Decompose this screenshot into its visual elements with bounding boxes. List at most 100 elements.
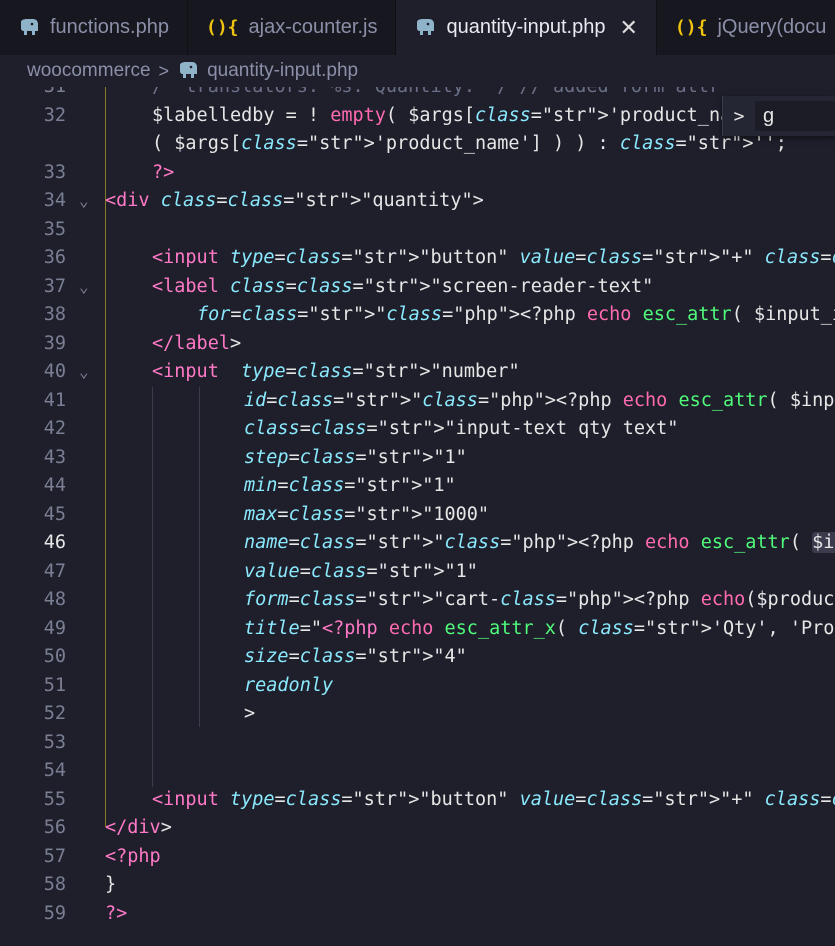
tab-label: ajax-counter.js <box>248 16 378 38</box>
code-line[interactable]: 53 <box>0 729 835 758</box>
tab-label: functions.php <box>50 16 169 38</box>
line-number: 48 <box>43 589 66 610</box>
code-line[interactable]: 37 ⌄ <label class=class="str">"screen-read… <box>0 273 835 302</box>
code-line[interactable]: 43 step=class="str">"1" <box>0 444 835 473</box>
code-text: <input type=class="str">"button" value=c… <box>152 788 835 810</box>
line-number: 37 <box>43 275 66 297</box>
code-line[interactable]: 32 $labelledby = ! empty( $args[class="st… <box>0 102 835 131</box>
fold-chevron-icon[interactable]: ⌄ <box>79 358 89 387</box>
line-number: 47 <box>43 560 66 582</box>
tab-ajax-counter-js[interactable]: (){ ajax-counter.js <box>188 0 397 55</box>
code-line[interactable]: 42 class=class="str">"input-text qty text… <box>0 415 835 444</box>
breadcrumb-file[interactable]: quantity-input.php <box>207 60 358 82</box>
tab-label: quantity-input.php <box>446 16 606 38</box>
code-line[interactable]: 40 ⌄ <input type=class="str">"number" <box>0 358 835 387</box>
line-number: 49 <box>43 617 66 639</box>
code-line[interactable]: 52 > <box>0 700 835 729</box>
code-line[interactable]: 50 size=class="str">"4" <box>0 643 835 672</box>
code-line[interactable]: 58} <box>0 871 835 900</box>
line-number: 32 <box>43 104 66 126</box>
code-text: ( $args[class="str">'product_name'] ) ) … <box>152 133 787 154</box>
code-line[interactable]: 59 ?> <box>0 900 835 929</box>
line-number: 57 <box>43 845 66 867</box>
code-text: max=class="str">"1000" <box>244 503 490 525</box>
code-line[interactable]: 35 <box>0 216 835 245</box>
code-line[interactable]: 51 readonly <box>0 672 835 701</box>
line-number: 50 <box>43 646 66 667</box>
code-line[interactable]: 46 name=class="str">"class="php"><?php ec… <box>0 529 835 558</box>
fold-chevron-icon[interactable]: ⌄ <box>79 187 89 216</box>
breadcrumb: woocommerce > quantity-input.php <box>0 55 835 87</box>
code-line[interactable]: 36 <input type=class="str">"button" value… <box>0 244 835 273</box>
tab-jquery-document[interactable]: (){ jQuery(docu <box>657 0 835 55</box>
code-line[interactable]: 57 <?php <box>0 843 835 872</box>
code-text: value=class="str">"1" <box>244 560 478 582</box>
line-number: 54 <box>43 760 66 781</box>
line-number: 39 <box>43 332 66 354</box>
line-number: 51 <box>43 674 66 696</box>
line-number: 40 <box>43 361 66 382</box>
code-editor[interactable]: 31 /* translators: %s: Quantity. */ // ad… <box>0 87 835 946</box>
tab-quantity-input-php[interactable]: quantity-input.php ✕ <box>396 0 657 55</box>
code-line[interactable]: ( $args[class="str">'product_name'] ) ) … <box>0 130 835 159</box>
line-number: 41 <box>43 389 66 411</box>
breadcrumb-folder[interactable]: woocommerce <box>27 60 151 82</box>
code-line[interactable]: 44 min=class="str">"1" <box>0 472 835 501</box>
code-line[interactable]: 34 ⌄ <div class=class="str">"quantity"> <box>0 187 835 216</box>
php-elephant-icon <box>417 18 435 35</box>
tab-bar: functions.php (){ ajax-counter.js quanti… <box>0 0 835 55</box>
code-line[interactable]: 45 max=class="str">"1000" <box>0 501 835 530</box>
code-text: </label> <box>152 332 242 354</box>
code-text: ?> <box>105 902 128 924</box>
code-line[interactable]: 56 </div> <box>0 814 835 843</box>
find-widget: > g <box>722 96 835 136</box>
line-number: 31 <box>0 87 66 102</box>
code-line[interactable]: 39 </label> <box>0 330 835 359</box>
fold-chevron-icon[interactable]: ⌄ <box>79 273 89 302</box>
code-text: </div> <box>105 817 172 838</box>
code-text: form=class="str">"cart-class="php"><?php… <box>244 589 835 610</box>
code-text: name=class="str">"class="php"><?php echo… <box>244 529 835 558</box>
code-text: <input type=class="str">"number" <box>152 361 520 382</box>
code-text: title="<?php echo esc_attr_x( class="str… <box>244 617 835 639</box>
code-text: id=class="str">"class="php"><?php echo e… <box>244 389 835 411</box>
indent-guide <box>152 387 153 787</box>
code-line[interactable]: 41 id=class="str">"class="php"><?php echo… <box>0 387 835 416</box>
line-number: 46 <box>43 532 66 553</box>
code-line[interactable]: 48 form=class="str">"cart-class="php"><?p… <box>0 586 835 615</box>
line-number: 53 <box>43 731 66 753</box>
line-number: 56 <box>43 817 66 838</box>
line-number: 34 <box>43 190 66 211</box>
code-line[interactable]: 49 title="<?php echo esc_attr_x( class="s… <box>0 615 835 644</box>
code-line[interactable]: 33 ?> <box>0 159 835 188</box>
find-input[interactable]: g <box>755 101 835 131</box>
code-text: <input type=class="str">"button" value=c… <box>152 247 835 268</box>
code-text: <?php <box>105 845 161 867</box>
code-text: step=class="str">"1" <box>244 446 467 468</box>
indent-guide <box>105 87 106 827</box>
code-text: ?> <box>152 161 175 183</box>
code-line[interactable]: 31 /* translators: %s: Quantity. */ // ad… <box>0 87 835 102</box>
line-number: 59 <box>43 902 66 924</box>
code-line[interactable]: 55 <input type=class="str">"button" value… <box>0 786 835 815</box>
toggle-replace-icon[interactable]: > <box>723 106 755 127</box>
code-text: for=class="str">"class="php"><?php echo … <box>197 304 835 325</box>
line-number: 44 <box>43 475 66 496</box>
code-text: min=class="str">"1" <box>244 475 456 496</box>
code-line[interactable]: 38 for=class="str">"class="php"><?php ech… <box>0 301 835 330</box>
code-text: /* translators: %s: Quantity. */ // adde… <box>152 87 720 102</box>
indent-guide <box>199 387 200 727</box>
tab-functions-php[interactable]: functions.php <box>0 0 188 55</box>
code-text: <div class=class="str">"quantity"> <box>105 190 484 211</box>
js-braces-icon: (){ <box>674 17 708 38</box>
line-number: 52 <box>43 703 66 724</box>
code-text: size=class="str">"4" <box>244 646 467 667</box>
line-number: 55 <box>43 788 66 810</box>
line-number: 33 <box>43 161 66 183</box>
code-text: } <box>105 874 117 895</box>
code-line[interactable]: 47 value=class="str">"1" <box>0 558 835 587</box>
code-line[interactable]: 54 <box>0 757 835 786</box>
line-number: 38 <box>43 304 66 325</box>
close-icon[interactable]: ✕ <box>619 15 637 41</box>
php-elephant-icon <box>180 62 198 78</box>
